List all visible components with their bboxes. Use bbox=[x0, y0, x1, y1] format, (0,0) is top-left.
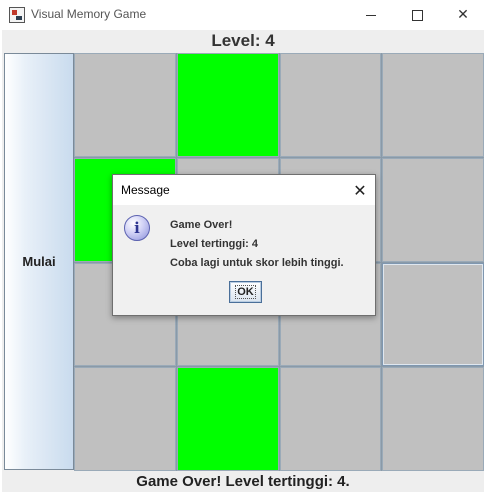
ok-button[interactable]: OK bbox=[229, 281, 262, 303]
maximize-button[interactable] bbox=[394, 0, 440, 30]
app-icon bbox=[9, 7, 25, 23]
close-icon: ✕ bbox=[457, 7, 469, 23]
memory-tile[interactable] bbox=[176, 367, 279, 471]
minimize-button[interactable] bbox=[348, 0, 394, 30]
dialog-message-line: Game Over! bbox=[170, 219, 233, 231]
memory-tile[interactable] bbox=[74, 367, 176, 471]
info-icon-glyph: i bbox=[134, 219, 140, 237]
ok-button-label: OK bbox=[235, 285, 256, 299]
memory-tile[interactable] bbox=[279, 53, 382, 157]
memory-tile[interactable] bbox=[279, 367, 382, 471]
info-icon: i bbox=[124, 215, 150, 241]
memory-tile[interactable] bbox=[74, 53, 176, 157]
start-button[interactable]: Mulai bbox=[4, 53, 74, 470]
dialog-titlebar[interactable]: Message ✕ bbox=[113, 175, 375, 205]
message-dialog: Message ✕ i Game Over! Level tertinggi: … bbox=[112, 174, 376, 316]
window-titlebar[interactable]: Visual Memory Game ✕ bbox=[0, 0, 486, 30]
memory-tile[interactable] bbox=[382, 157, 484, 262]
close-button[interactable]: ✕ bbox=[440, 0, 486, 30]
start-button-label: Mulai bbox=[22, 254, 56, 269]
memory-tile[interactable] bbox=[382, 367, 484, 471]
dialog-message-line: Coba lagi untuk skor lebih tinggi. bbox=[170, 257, 344, 269]
minimize-icon bbox=[366, 14, 376, 16]
window-title: Visual Memory Game bbox=[31, 7, 147, 21]
memory-tile[interactable] bbox=[382, 262, 484, 367]
memory-tile[interactable] bbox=[176, 53, 279, 157]
memory-tile[interactable] bbox=[382, 53, 484, 157]
dialog-message-line: Level tertinggi: 4 bbox=[170, 238, 259, 250]
status-label: Game Over! Level tertinggi: 4. bbox=[136, 473, 350, 490]
level-label: Level: 4 bbox=[211, 31, 275, 50]
dialog-close-button[interactable]: ✕ bbox=[345, 175, 375, 205]
close-icon: ✕ bbox=[353, 180, 367, 200]
maximize-icon bbox=[411, 9, 423, 21]
dialog-title: Message bbox=[121, 183, 170, 197]
